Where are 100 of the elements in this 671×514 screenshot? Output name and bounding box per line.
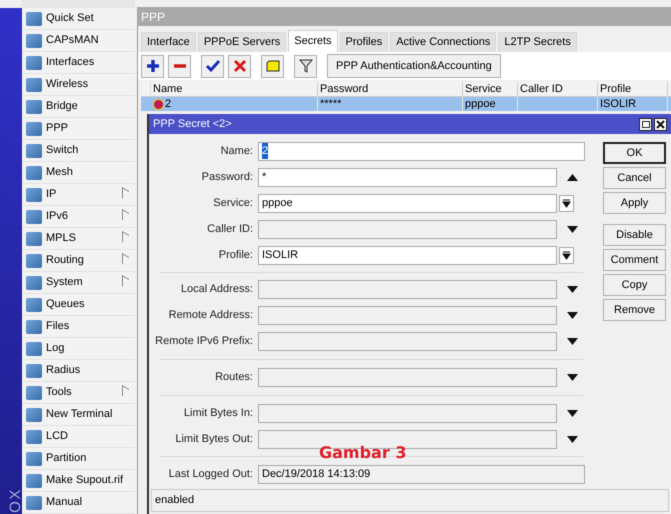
- status-bar: enabled: [151, 489, 669, 512]
- input-field[interactable]: [258, 368, 557, 386]
- menu-icon: [26, 56, 42, 70]
- field-label: Routes:: [214, 370, 254, 385]
- dialog-button[interactable]: Disable: [603, 224, 666, 246]
- column-header[interactable]: Profile: [598, 82, 668, 96]
- expand-arrow-icon[interactable]: [567, 286, 578, 292]
- disable-button[interactable]: [228, 54, 251, 78]
- close-icon[interactable]: [654, 118, 667, 130]
- close-icon: [232, 58, 248, 74]
- input-field[interactable]: [258, 280, 557, 298]
- menu-icon: [26, 232, 42, 246]
- dialog-button[interactable]: Remove: [603, 299, 666, 321]
- expand-arrow-icon[interactable]: [567, 374, 578, 380]
- tab[interactable]: L2TP Secrets: [498, 32, 577, 52]
- window-title: PPP: [137, 7, 671, 26]
- dialog-button[interactable]: Copy: [603, 274, 666, 296]
- menu-icon: [26, 276, 42, 290]
- annotation-caption: Gambar 3: [319, 442, 406, 464]
- menu-icon: [26, 430, 42, 444]
- input-field[interactable]: pppoe: [258, 194, 557, 212]
- menu-icon: [26, 210, 42, 224]
- comment-button[interactable]: [261, 54, 284, 78]
- add-button[interactable]: [141, 54, 164, 78]
- expand-arrow-icon[interactable]: [567, 226, 578, 232]
- checkmark-icon: [204, 58, 220, 74]
- input-field[interactable]: [258, 332, 557, 350]
- menu-icon: [26, 342, 42, 356]
- menu-icon: [26, 100, 42, 114]
- menu-item[interactable]: IP: [22, 184, 135, 206]
- expand-arrow-icon[interactable]: [567, 410, 578, 416]
- maximize-icon[interactable]: [639, 118, 652, 130]
- menu-item[interactable]: MPLS: [22, 228, 135, 250]
- dialog-button[interactable]: Apply: [603, 192, 666, 214]
- tab[interactable]: Interface: [141, 32, 196, 52]
- column-header[interactable]: Caller ID: [518, 82, 598, 96]
- expand-arrow-icon[interactable]: [567, 436, 578, 442]
- dropdown-arrow-icon: [562, 198, 571, 208]
- expand-arrow-icon[interactable]: [567, 338, 578, 344]
- menu-icon: [26, 188, 42, 202]
- dropdown-button[interactable]: [559, 194, 574, 212]
- tab[interactable]: Profiles: [340, 32, 388, 52]
- menu-icon: [26, 122, 42, 136]
- input-field[interactable]: [258, 220, 557, 238]
- menu-icon: [26, 78, 42, 92]
- input-field[interactable]: [258, 404, 557, 422]
- dialog-title: PPP Secret <2>: [153, 116, 233, 132]
- input-field[interactable]: [258, 306, 557, 324]
- menu-icon: [26, 320, 42, 334]
- input-field[interactable]: *: [258, 168, 557, 186]
- table-cell: ISOLIR: [600, 97, 636, 111]
- field-label: Last Logged Out:: [168, 466, 254, 482]
- column-header[interactable]: Service: [463, 82, 518, 96]
- dialog-button[interactable]: OK: [603, 142, 666, 164]
- field-label: Password:: [200, 170, 254, 185]
- menu-icon: [26, 254, 42, 268]
- menu-item[interactable]: Routing: [22, 250, 135, 272]
- dialog-button[interactable]: Comment: [603, 249, 666, 271]
- menu-icon: [26, 474, 42, 488]
- input-field[interactable]: ISOLIR: [258, 246, 557, 264]
- tab[interactable]: Secrets: [288, 30, 338, 52]
- menu-icon: [26, 34, 42, 48]
- menu-icon: [26, 166, 42, 180]
- column-header[interactable]: Name: [151, 82, 318, 96]
- field-label: Remote IPv6 Prefix:: [154, 334, 254, 349]
- menu-item[interactable]: System: [22, 272, 135, 294]
- field-label: Limit Bytes In:: [182, 406, 254, 421]
- dropdown-arrow-icon: [562, 250, 571, 260]
- field-label: Name:: [220, 144, 254, 159]
- dialog-button[interactable]: Cancel: [603, 167, 666, 189]
- menu-icon: [26, 496, 42, 510]
- field-label: Profile:: [218, 248, 254, 263]
- tab[interactable]: Active Connections: [390, 32, 496, 52]
- dropdown-button[interactable]: [559, 246, 574, 264]
- remove-button[interactable]: [168, 54, 191, 78]
- field-label: Service:: [212, 196, 254, 211]
- toolbar-button[interactable]: PPP Authentication&Accounting: [327, 54, 501, 78]
- menu-item[interactable]: IPv6: [22, 206, 135, 228]
- table-cell: pppoe: [465, 97, 496, 111]
- collapse-arrow-icon[interactable]: [567, 174, 578, 180]
- field-label: Local Address:: [180, 282, 254, 297]
- table-cell: *****: [320, 97, 342, 111]
- filter-icon: [298, 58, 314, 74]
- field-label: Remote Address:: [168, 308, 254, 323]
- filter-button[interactable]: [294, 54, 317, 78]
- menu-item[interactable]: Tools: [22, 382, 135, 404]
- menu-icon: [26, 12, 42, 26]
- input-field[interactable]: 2: [258, 142, 585, 160]
- field-label: Caller ID:: [206, 222, 254, 237]
- vertical-label: OX: [8, 488, 23, 513]
- field-label: Limit Bytes Out:: [174, 432, 254, 447]
- expand-arrow-icon[interactable]: [567, 312, 578, 318]
- column-header[interactable]: Password: [318, 82, 463, 96]
- tab[interactable]: PPPoE Servers: [198, 32, 286, 52]
- menu-icon: [26, 452, 42, 466]
- enable-button[interactable]: [201, 54, 224, 78]
- menu-icon: [26, 408, 42, 422]
- input-field[interactable]: Dec/19/2018 14:13:09: [258, 464, 585, 484]
- menu-icon: [26, 386, 42, 400]
- table-row[interactable]: 2 ***** pppoe ISOLIR: [141, 97, 671, 111]
